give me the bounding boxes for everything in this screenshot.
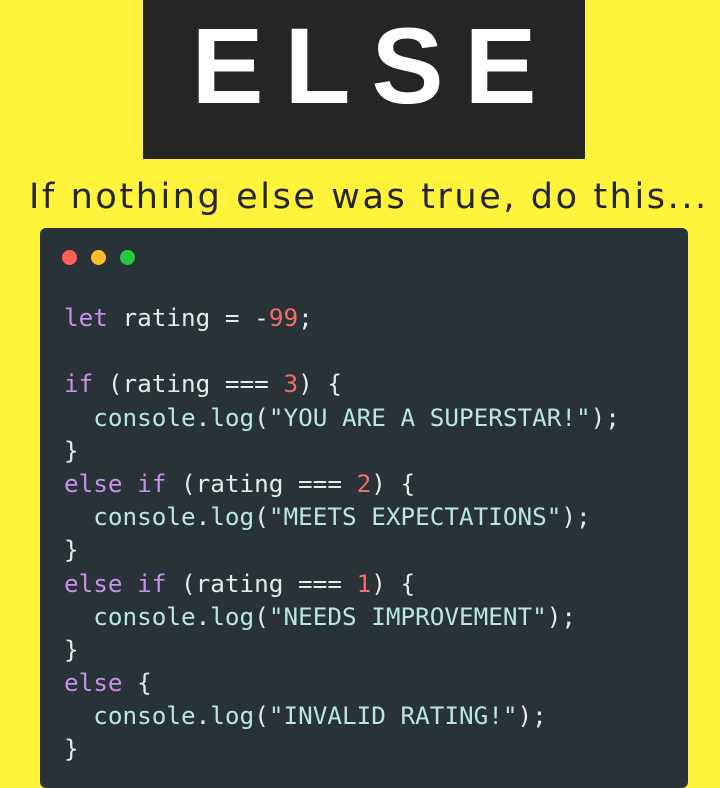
code-token-plain: ( — [254, 402, 269, 432]
code-token-function: console — [64, 601, 196, 631]
code-window: let rating = -99; if (rating === 3) { con… — [40, 228, 688, 788]
code-token-keyword: else if — [64, 468, 167, 498]
code-line: console.log("MEETS EXPECTATIONS"); — [64, 500, 620, 533]
page-title: ELSE — [191, 5, 558, 126]
code-token-plain: ; — [298, 303, 313, 332]
code-line: else { — [64, 666, 620, 699]
code-token-function: console — [64, 402, 196, 432]
code-token-plain: ) { — [371, 468, 416, 498]
code-line: else if (rating === 2) { — [64, 467, 620, 500]
code-token-plain: . — [195, 402, 211, 432]
code-token-string: "INVALID RATING!" — [268, 701, 518, 731]
code-line: console.log("INVALID RATING!"); — [64, 699, 620, 732]
code-token-plain: ( — [254, 502, 269, 532]
window-maximize-dot — [120, 250, 135, 265]
code-line: } — [64, 434, 620, 467]
code-token-function: log — [210, 701, 255, 731]
code-token-plain: } — [64, 734, 79, 764]
code-token-keyword: else if — [64, 568, 167, 598]
code-line: } — [64, 633, 620, 666]
code-token-string: "MEETS EXPECTATIONS" — [268, 502, 562, 532]
code-token-plain: ( — [254, 601, 269, 631]
code-token-plain: ( — [254, 701, 269, 731]
code-token-plain: { — [122, 668, 152, 698]
code-token-plain: } — [64, 435, 79, 465]
code-token-plain: } — [64, 634, 79, 664]
code-token-plain: ) { — [371, 568, 416, 598]
code-token-number: 2 — [356, 468, 372, 498]
code-line: if (rating === 3) { — [64, 367, 620, 400]
code-token-number: 3 — [283, 369, 299, 399]
code-token-function: console — [64, 701, 196, 731]
code-token-plain: ); — [590, 402, 620, 432]
code-token-plain: . — [195, 701, 211, 731]
code-token-function: log — [210, 601, 255, 631]
code-token-function: log — [210, 502, 255, 532]
code-token-string: "NEEDS IMPROVEMENT" — [268, 601, 547, 631]
code-token-plain: (rating === — [166, 568, 357, 598]
code-token-plain: . — [195, 502, 211, 532]
title-banner: ELSE — [143, 0, 585, 159]
window-minimize-dot — [91, 250, 106, 265]
code-line: } — [64, 732, 620, 765]
code-token-keyword: let — [64, 303, 108, 332]
code-token-function: log — [210, 402, 255, 432]
window-close-dot — [62, 250, 77, 265]
code-token-plain: ); — [517, 701, 547, 731]
code-token-number: 1 — [356, 568, 372, 598]
code-line: else if (rating === 1) { — [64, 567, 620, 600]
code-token-function: console — [64, 502, 196, 532]
code-token-plain: ); — [561, 502, 591, 532]
code-block: let rating = -99; if (rating === 3) { con… — [64, 301, 620, 766]
code-token-string: "YOU ARE A SUPERSTAR!" — [268, 402, 591, 432]
code-line: let rating = -99; — [64, 301, 620, 334]
code-token-plain: (rating === — [93, 369, 284, 399]
code-token-keyword: if — [64, 369, 94, 399]
code-line: console.log("NEEDS IMPROVEMENT"); — [64, 600, 620, 633]
page-subtitle: If nothing else was true, do this... — [29, 177, 709, 217]
code-token-keyword: else — [64, 668, 123, 698]
code-token-plain: rating = - — [107, 303, 269, 332]
code-token-number: 99 — [268, 303, 299, 332]
code-token-plain: ); — [546, 601, 577, 631]
code-line: console.log("YOU ARE A SUPERSTAR!"); — [64, 401, 620, 434]
code-token-plain: } — [64, 535, 79, 565]
code-line: } — [64, 533, 620, 566]
code-token-plain: . — [195, 601, 211, 631]
code-token-plain: ) { — [298, 369, 342, 399]
code-token-plain: (rating === — [166, 468, 357, 498]
